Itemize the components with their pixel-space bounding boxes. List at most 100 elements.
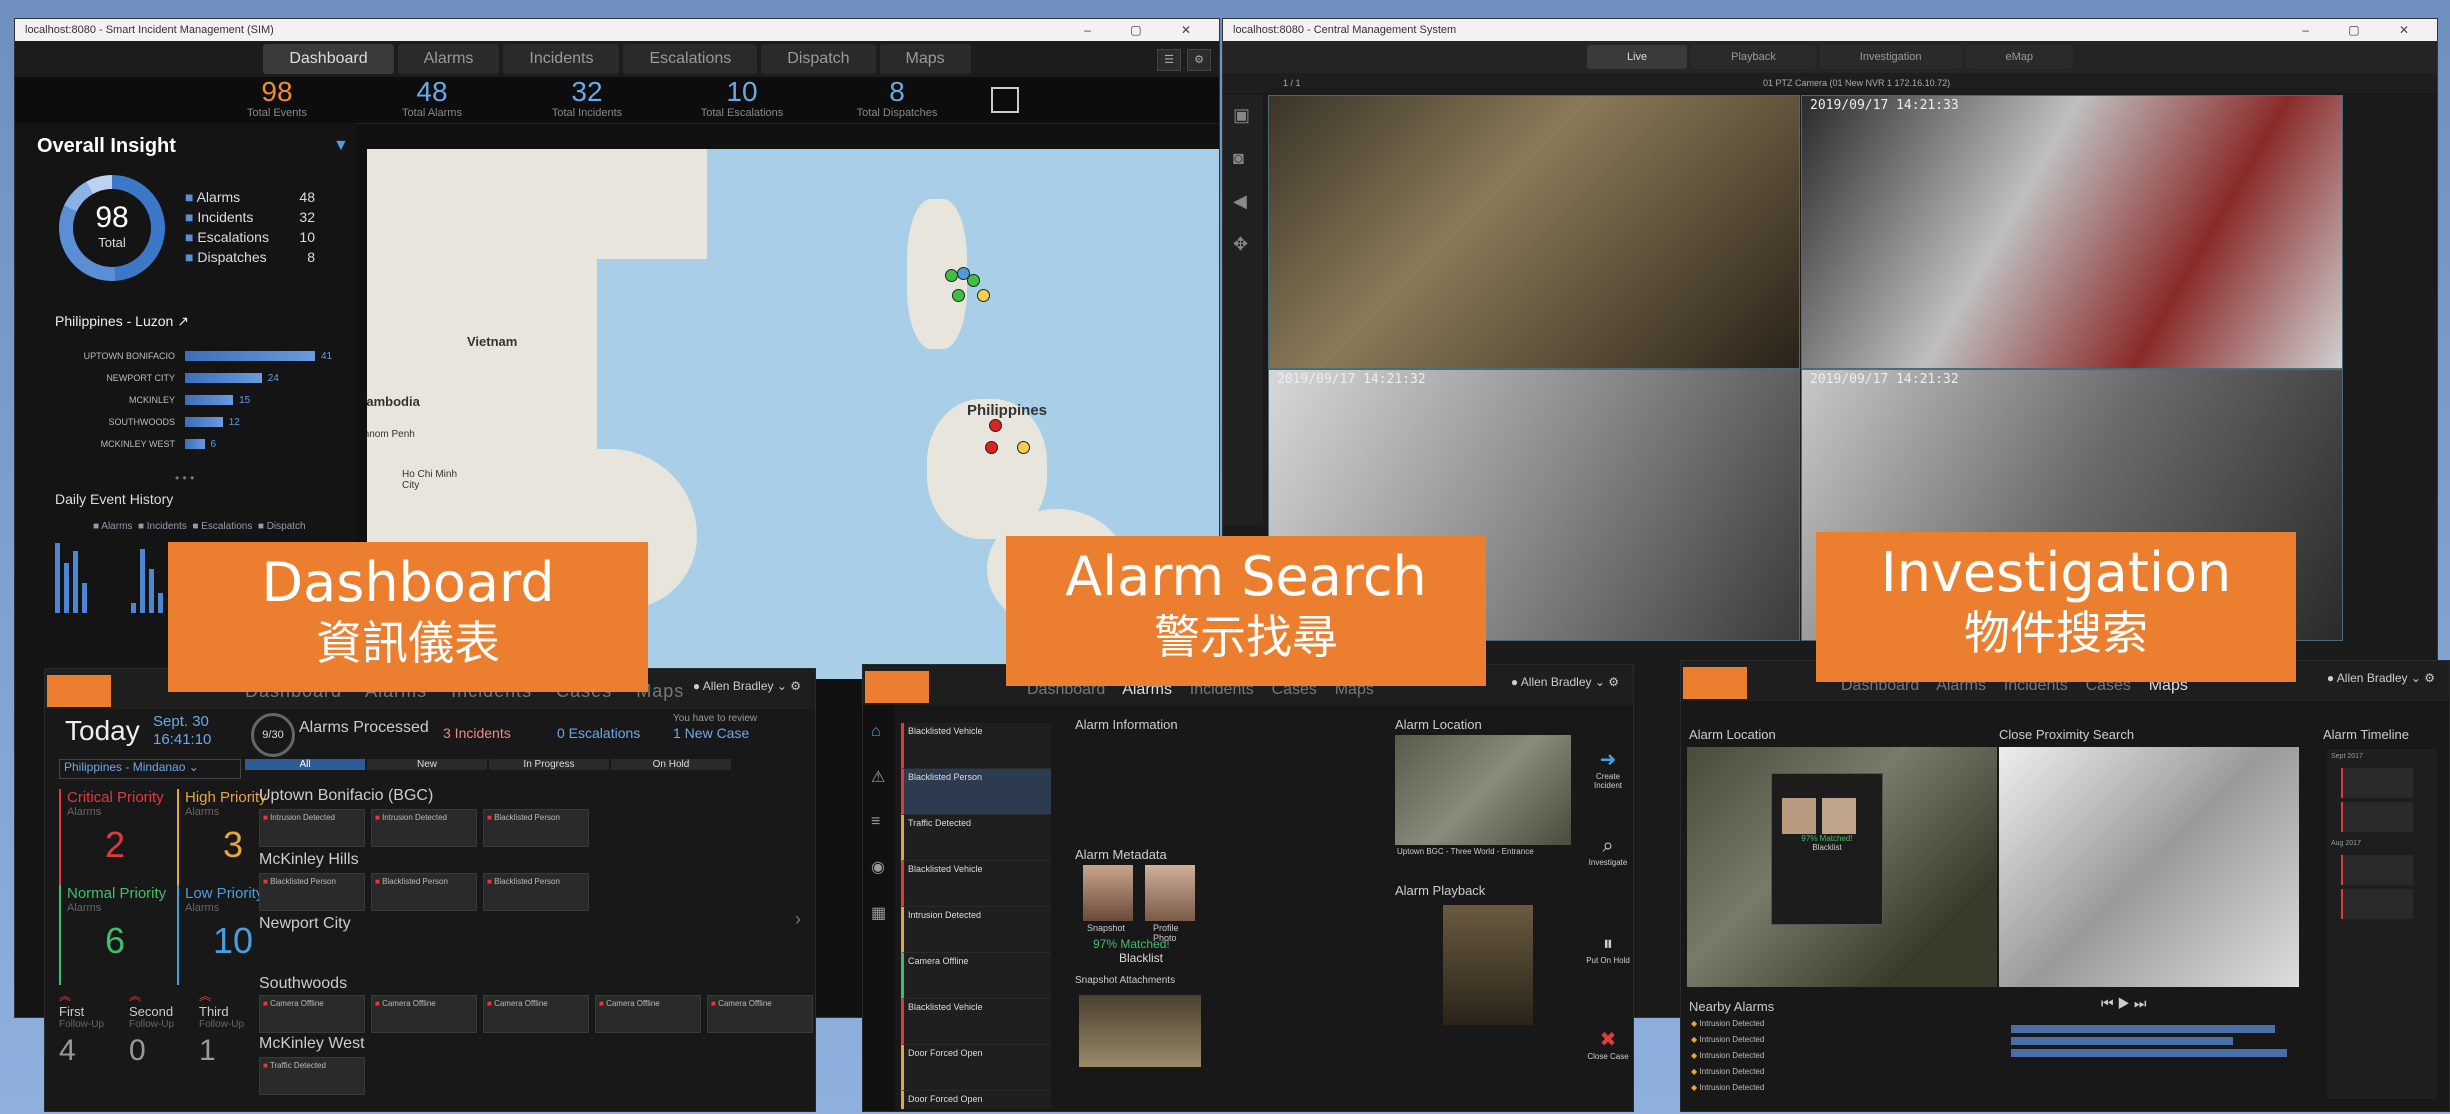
map-pin[interactable] (977, 289, 990, 302)
user-menu[interactable]: ● Allen Bradley ⌄ ⚙ (2327, 671, 2435, 685)
new-case-link[interactable]: 1 New Case (673, 725, 749, 741)
alarm-card[interactable]: ■ Blacklisted Person (483, 873, 589, 911)
alarm-location-map[interactable] (1395, 735, 1571, 845)
put-on-hold-button[interactable]: ⏸ Put On Hold (1583, 933, 1633, 965)
playback-controls[interactable]: ⏮ ▶ ⏭ (2101, 995, 2146, 1012)
list-item[interactable]: ◆ Intrusion Detected (1691, 1035, 1971, 1051)
layers-icon[interactable]: ≡ (871, 813, 887, 831)
region-bar-row[interactable]: MCKINLEY WEST 6 (35, 433, 335, 455)
floorplan-3d[interactable] (1999, 747, 2299, 987)
region-bar (185, 373, 262, 383)
tab-dispatch[interactable]: Dispatch (761, 44, 876, 74)
speaker-icon[interactable]: ◀ (1233, 191, 1253, 212)
user-menu[interactable]: ● Allen Bradley ⌄ ⚙ (1511, 675, 1619, 689)
map-pin[interactable] (989, 419, 1002, 432)
region-bar-row[interactable]: MCKINLEY 15 (35, 389, 335, 411)
alarm-card[interactable]: ■ Traffic Detected (259, 1057, 365, 1095)
alarm-card[interactable]: ■ Camera Offline (259, 995, 365, 1033)
filter-in-progress[interactable]: In Progress (489, 759, 609, 770)
site-title[interactable]: Newport City (259, 915, 351, 933)
tab-escalations[interactable]: Escalations (623, 44, 758, 74)
alarm-card[interactable]: ■ Camera Offline (371, 995, 477, 1033)
camera-name: 01 PTZ Camera (01 New NVR 1 172.16.10.72… (1763, 78, 1951, 88)
map-pin[interactable] (1017, 441, 1030, 454)
playback-video[interactable] (1443, 905, 1533, 1025)
alarm-list-item[interactable]: Door Forced Open (901, 1091, 1051, 1109)
location-icon[interactable]: ◉ (871, 857, 887, 877)
profile-photo-face (1145, 865, 1195, 921)
list-item[interactable]: ◆ Intrusion Detected (1691, 1067, 1971, 1083)
tab-live[interactable]: Live (1586, 45, 1688, 69)
alarm-list-item[interactable]: Camera Offline (901, 953, 1051, 999)
tab-playback[interactable]: Playback (1691, 45, 1816, 69)
alarm-card[interactable]: ■ Blacklisted Person (259, 873, 365, 911)
camera-view-elevator[interactable] (1268, 95, 1800, 369)
followup-item[interactable]: ︽ First Follow-Up 4 (59, 987, 129, 1068)
ptz-icon[interactable]: ✥ (1233, 234, 1253, 255)
tab-incidents[interactable]: Incidents (503, 44, 620, 74)
filter-new[interactable]: New (367, 759, 487, 770)
chevron-right-icon[interactable]: › (795, 909, 815, 949)
map-label-philippines: Philippines (967, 402, 1048, 419)
alarm-card[interactable]: ■ Intrusion Detected (259, 809, 365, 847)
more-dots-icon[interactable]: • • • (175, 471, 194, 485)
tab-emap[interactable]: eMap (1965, 45, 2074, 69)
snapshot-attachment[interactable] (1079, 995, 1201, 1067)
alarm-list-item[interactable]: Intrusion Detected (901, 907, 1051, 953)
map-pin[interactable] (952, 289, 965, 302)
list-item[interactable]: ◆ Intrusion Detected (1691, 1083, 1971, 1099)
camera-icon[interactable]: ▣ (1233, 105, 1253, 126)
alarm-list-item[interactable]: Door Forced Open (901, 1045, 1051, 1091)
priority-card[interactable]: Normal Priority Alarms 6 (59, 885, 169, 985)
gear-icon[interactable]: ⚙ (1187, 49, 1211, 71)
alarm-list-item[interactable]: Blacklisted Person (901, 769, 1051, 815)
map-pin[interactable] (985, 441, 998, 454)
alarm-card[interactable]: ■ Intrusion Detected (371, 809, 477, 847)
home-icon[interactable]: ⌂ (871, 723, 887, 741)
report-icon[interactable] (975, 77, 1035, 123)
alarm-card[interactable]: ■ Camera Offline (707, 995, 813, 1033)
user-menu[interactable]: ● Allen Bradley ⌄ ⚙ (693, 679, 801, 693)
map-pin[interactable] (967, 274, 980, 287)
camera-view-office[interactable]: 2019/09/17 14:21:33 (1801, 95, 2343, 369)
warning-icon[interactable]: ⚠ (871, 767, 887, 787)
region-bar-row[interactable]: UPTOWN BONIFACIO 41 (35, 345, 335, 367)
tab-maps[interactable]: Maps (879, 44, 971, 74)
create-incident-button[interactable]: ➜ Create Incident (1583, 747, 1633, 790)
tab-investigation[interactable]: Investigation (1819, 45, 1962, 69)
alarm-list-item[interactable]: Blacklisted Vehicle (901, 861, 1051, 907)
close-case-button[interactable]: ✖ Close Case (1583, 1027, 1633, 1061)
menu-icon[interactable]: ☰ (1157, 49, 1181, 71)
window-controls[interactable]: – ▢ ✕ (2302, 19, 2427, 41)
video-icon[interactable]: ◙ (1233, 148, 1253, 169)
filter-on-hold[interactable]: On Hold (611, 759, 731, 770)
site-title[interactable]: McKinley Hills (259, 851, 359, 869)
investigate-button[interactable]: ⌕ Investigate (1583, 835, 1633, 867)
tab-alarms[interactable]: Alarms (397, 44, 500, 74)
region-title[interactable]: Philippines - Luzon ↗ (55, 313, 189, 330)
list-item[interactable]: ◆ Intrusion Detected (1691, 1019, 1971, 1035)
investigation-map[interactable]: 97% Matched! Blacklist (1687, 747, 1997, 987)
tab-dashboard[interactable]: Dashboard (263, 44, 394, 74)
alarm-list-item[interactable]: Traffic Detected (901, 815, 1051, 861)
filter-all[interactable]: All (245, 759, 365, 770)
site-title[interactable]: McKinley West (259, 1035, 365, 1053)
site-title[interactable]: Southwoods (259, 975, 347, 993)
site-title[interactable]: Uptown Bonifacio (BGC) (259, 787, 433, 805)
window-controls[interactable]: – ▢ ✕ (1084, 19, 1209, 41)
list-item[interactable]: ◆ Intrusion Detected (1691, 1051, 1971, 1067)
region-bar-row[interactable]: NEWPORT CITY 24 (35, 367, 335, 389)
calendar-icon[interactable]: ▦ (871, 903, 887, 923)
alarm-card[interactable]: ■ Blacklisted Person (483, 809, 589, 847)
map-pin[interactable] (945, 269, 958, 282)
priority-card[interactable]: Critical Priority Alarms 2 (59, 789, 169, 889)
followup-item[interactable]: ︽ Second Follow-Up 0 (129, 987, 199, 1068)
alarm-card[interactable]: ■ Blacklisted Person (371, 873, 477, 911)
region-bar-row[interactable]: SOUTHWOODS 12 (35, 411, 335, 433)
alarm-list-item[interactable]: Blacklisted Vehicle (901, 723, 1051, 769)
alarm-card[interactable]: ■ Camera Offline (483, 995, 589, 1033)
region-select[interactable]: Philippines - Mindanao ⌄ (59, 759, 241, 779)
alarm-card[interactable]: ■ Camera Offline (595, 995, 701, 1033)
alarm-list-item[interactable]: Blacklisted Vehicle (901, 999, 1051, 1045)
filter-icon[interactable]: ▼ (333, 137, 349, 155)
